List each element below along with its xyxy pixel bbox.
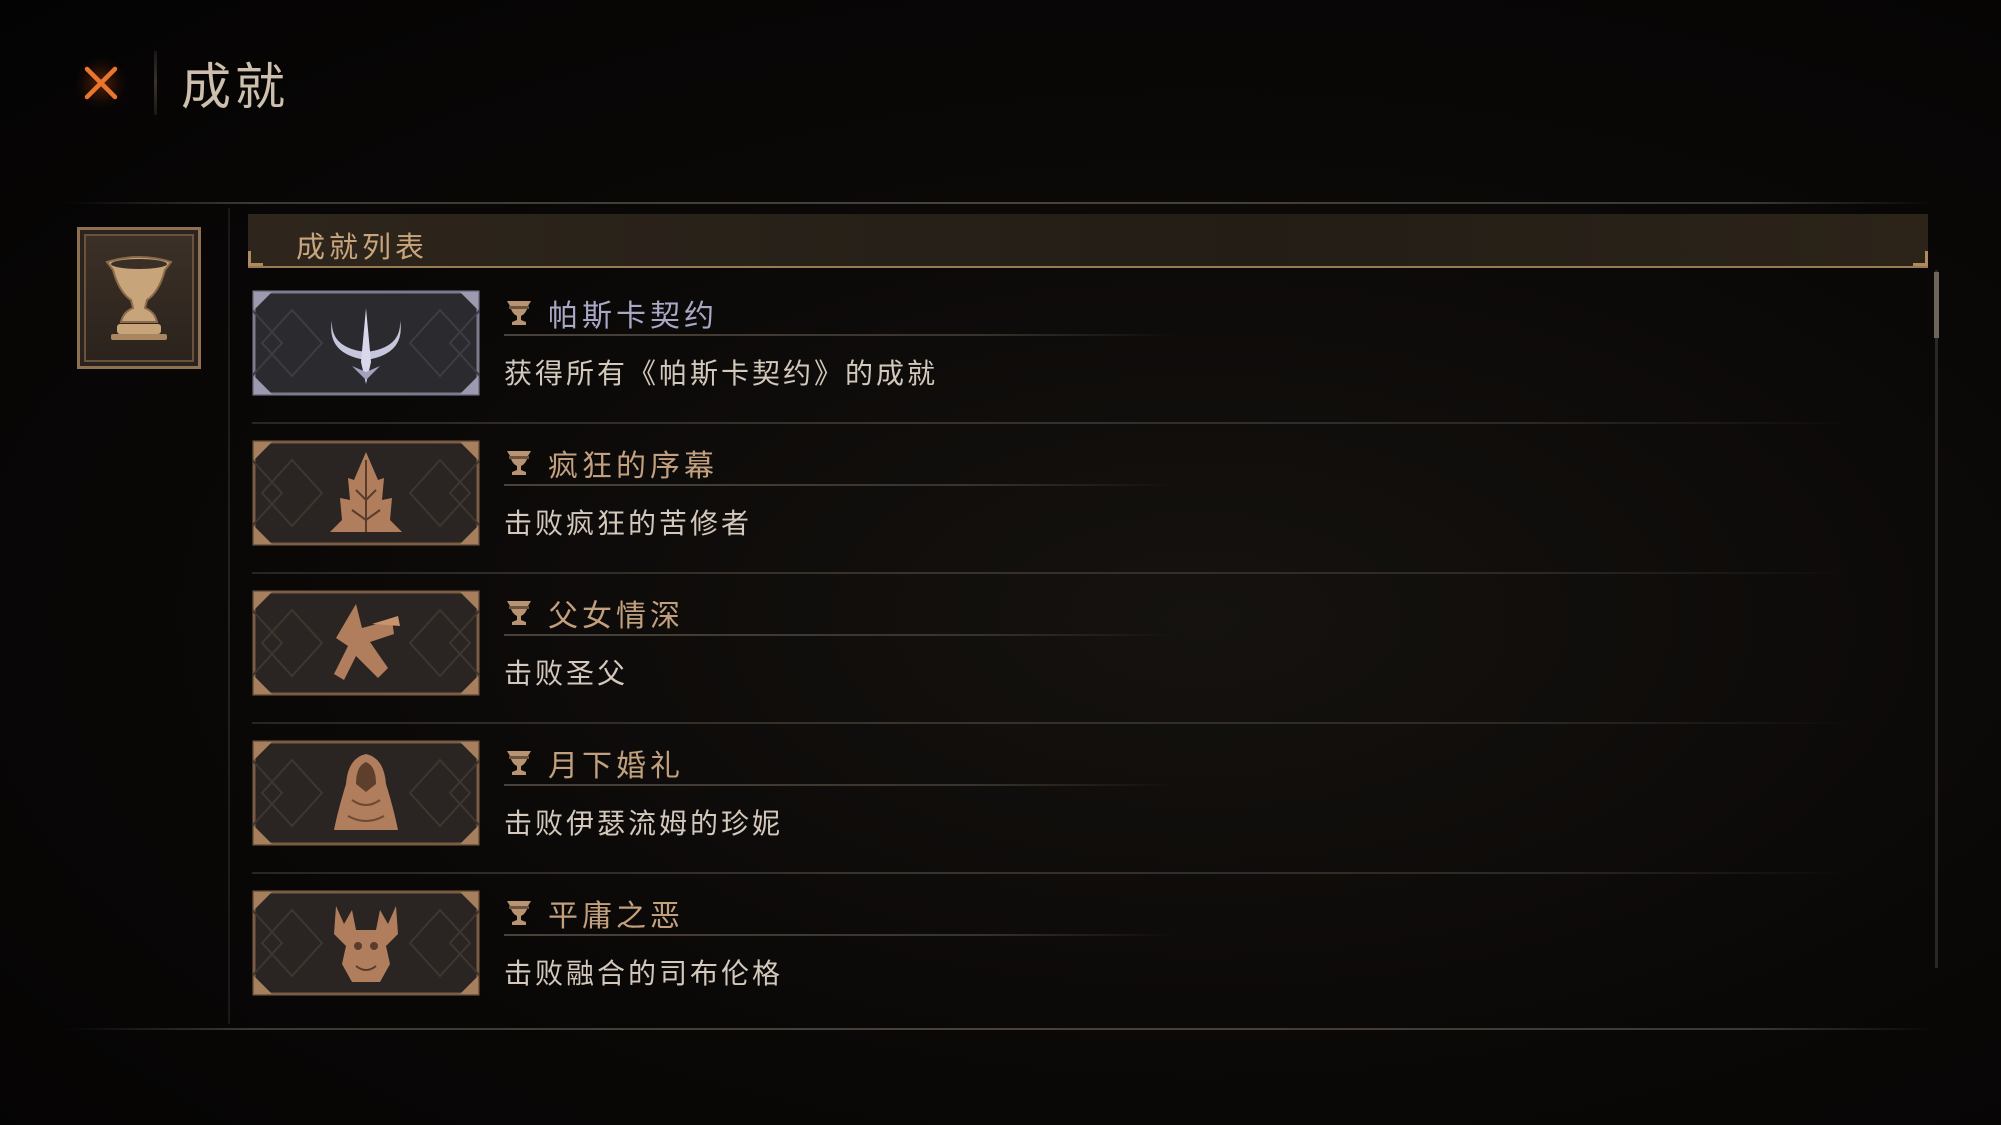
achievement-row[interactable]: 平庸之恶 击败融合的司布伦格 — [252, 890, 1852, 1040]
header-divider — [154, 51, 157, 115]
title-underline — [504, 484, 1176, 486]
trophy-icon — [507, 901, 531, 925]
achievement-description: 击败疯狂的苦修者 — [504, 507, 753, 540]
achievements-screen: 成就 成就列表 帕斯卡契约 获得所有《帕斯卡契约》的成就 疯狂的序幕 击败疯狂的… — [0, 0, 2001, 1125]
crescent-blade-icon — [252, 290, 480, 396]
scrollbar-thumb[interactable] — [1934, 272, 1939, 338]
achievement-title-wrap: 平庸之恶 — [504, 892, 684, 934]
achievement-title: 平庸之恶 — [548, 899, 684, 934]
twisted-figure-icon — [252, 590, 480, 696]
title-underline — [504, 634, 1176, 636]
achievement-description: 击败圣父 — [504, 657, 629, 690]
close-button[interactable] — [70, 52, 132, 114]
achievement-title-wrap: 月下婚礼 — [504, 742, 684, 784]
trophy-icon — [507, 301, 531, 325]
achievement-title: 月下婚礼 — [548, 749, 684, 784]
page-title: 成就 — [181, 58, 289, 116]
achievement-row[interactable]: 父女情深 击败圣父 — [252, 590, 1852, 740]
category-tab-achievements[interactable] — [77, 227, 201, 369]
title-underline — [504, 784, 1176, 786]
row-divider — [252, 872, 1852, 874]
trophy-icon — [507, 751, 531, 775]
trophy-icon — [507, 601, 531, 625]
row-divider — [252, 422, 1852, 424]
achievement-title: 父女情深 — [548, 599, 684, 634]
achievement-title: 疯狂的序幕 — [548, 449, 718, 484]
hooded-bride-icon — [252, 740, 480, 846]
scrollbar-track[interactable] — [1935, 270, 1938, 968]
achievement-description: 击败融合的司布伦格 — [504, 957, 784, 990]
close-x-icon — [84, 66, 118, 100]
title-underline — [504, 334, 1176, 336]
thorn-spire-icon — [252, 440, 480, 546]
trophy-icon — [507, 451, 531, 475]
achievement-title-wrap: 疯狂的序幕 — [504, 442, 718, 484]
list-header: 成就列表 — [248, 214, 1928, 268]
achievement-title-wrap: 帕斯卡契约 — [504, 292, 718, 334]
panel-divider — [228, 208, 230, 1024]
achievement-row[interactable]: 月下婚礼 击败伊瑟流姆的珍妮 — [252, 740, 1852, 890]
antlered-beast-icon — [252, 890, 480, 996]
frame-top-line — [64, 202, 1936, 204]
achievement-description: 获得所有《帕斯卡契约》的成就 — [504, 357, 939, 390]
achievement-row[interactable]: 帕斯卡契约 获得所有《帕斯卡契约》的成就 — [252, 290, 1852, 440]
chalice-icon — [105, 256, 173, 340]
achievement-title-wrap: 父女情深 — [504, 592, 684, 634]
list-header-label: 成就列表 — [296, 230, 429, 264]
achievement-description: 击败伊瑟流姆的珍妮 — [504, 807, 784, 840]
achievement-row[interactable]: 疯狂的序幕 击败疯狂的苦修者 — [252, 440, 1852, 590]
row-divider — [252, 572, 1852, 574]
header: 成就 — [70, 48, 289, 118]
title-underline — [504, 934, 1176, 936]
achievement-title: 帕斯卡契约 — [548, 299, 718, 334]
row-divider — [252, 722, 1852, 724]
